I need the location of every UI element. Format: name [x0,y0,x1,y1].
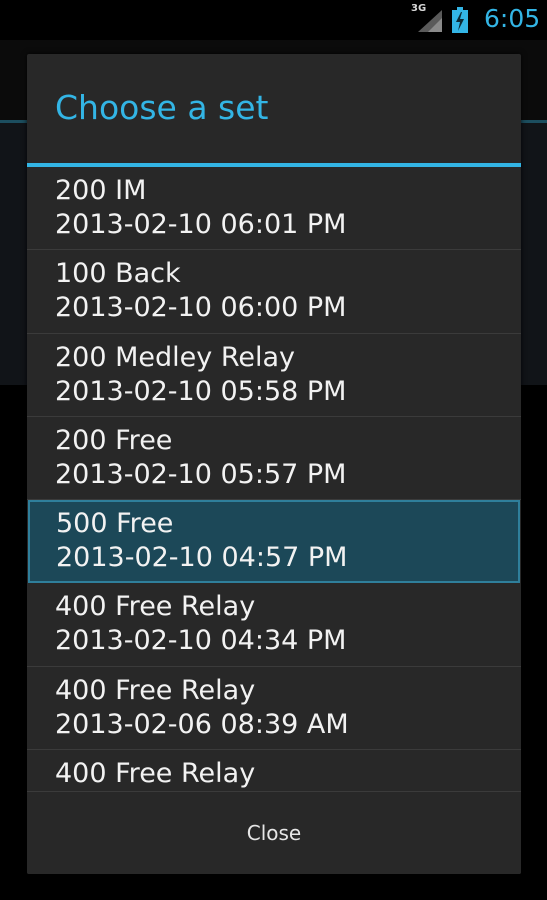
set-name: 100 Back [55,258,181,290]
set-name: 400 Free Relay [55,758,256,790]
close-button[interactable]: Close [27,792,521,874]
set-date: 2013-02-10 05:58 PM [55,375,347,407]
set-name: 200 IM [55,175,147,206]
set-date: 2013-02-10 06:01 PM [55,209,347,240]
list-item[interactable]: 100 Back 2013-02-10 06:00 PM [27,250,521,334]
dialog-title: Choose a set [55,88,269,127]
set-date: 2013-02-10 05:57 PM [55,458,347,490]
set-date: 2013-02-10 06:00 PM [55,292,347,324]
set-date: 2013-02-10 04:34 PM [55,625,347,657]
set-name: 200 Free [55,424,173,456]
set-date: 2013-02-10 04:57 PM [56,542,348,574]
set-list[interactable]: 200 IM 2013-02-10 06:01 PM 100 Back 2013… [27,167,521,791]
battery-charging-icon [452,7,468,33]
list-item[interactable]: 200 Free 2013-02-10 05:57 PM [27,417,521,501]
clock: 6:05 [484,4,541,33]
status-bar: 3G 6:05 [0,0,547,40]
list-item-selected[interactable]: 500 Free 2013-02-10 04:57 PM [28,500,520,584]
set-date: 2013-02-06 08:39 AM [55,708,349,740]
list-item[interactable]: 200 IM 2013-02-10 06:01 PM [27,167,521,251]
list-item[interactable]: 400 Free Relay 2013-02-06 08:39 AM [27,667,521,751]
choose-set-dialog: Choose a set 200 IM 2013-02-10 06:01 PM … [27,54,521,874]
set-name: 400 Free Relay [55,674,256,706]
set-name: 500 Free [56,508,174,540]
list-item[interactable]: 400 Free Relay 2013-02-10 04:34 PM [27,583,521,667]
set-name: 400 Free Relay [55,591,256,623]
list-item[interactable]: 400 Free Relay [27,750,521,791]
signal-icon [418,10,442,32]
set-name: 200 Medley Relay [55,341,296,373]
list-item[interactable]: 200 Medley Relay 2013-02-10 05:58 PM [27,334,521,417]
